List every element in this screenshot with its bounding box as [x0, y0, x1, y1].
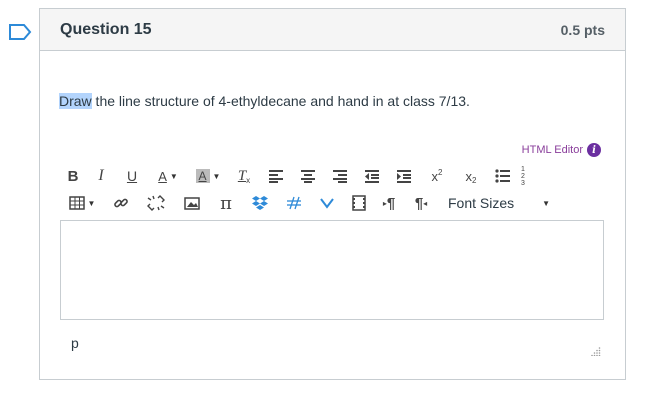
question-text: Draw the line structure of 4-ethyldecane…: [59, 93, 470, 109]
indent-icon[interactable]: [388, 165, 420, 187]
numbered-list-icon[interactable]: 123: [518, 165, 528, 187]
clear-formatting-icon[interactable]: Tx: [228, 165, 260, 187]
underline-icon[interactable]: U: [116, 165, 148, 187]
html-editor-label[interactable]: HTML Editor: [522, 144, 583, 156]
align-left-icon[interactable]: [260, 165, 292, 187]
question-card: Question 15 0.5 pts Draw the line struct…: [39, 8, 626, 380]
bookmark-flag-icon[interactable]: [8, 23, 32, 41]
editor-toolbar-row-1: B I U A ▼ A ▼ Tx x2 x 2 1 2 3: [60, 165, 528, 187]
chevron-down-icon[interactable]: ▼: [542, 199, 550, 208]
question-points: 0.5 pts: [560, 21, 605, 38]
bullet-list-icon[interactable]: [488, 165, 518, 187]
background-color-icon[interactable]: A ▼: [188, 165, 228, 187]
ltr-icon[interactable]: ▸ ¶: [374, 192, 404, 214]
editor-status-path[interactable]: p: [71, 335, 79, 351]
font-sizes-dropdown[interactable]: Font Sizes ▼: [438, 192, 550, 214]
rich-text-editor[interactable]: [60, 220, 604, 320]
outdent-icon[interactable]: [356, 165, 388, 187]
image-icon[interactable]: [174, 192, 210, 214]
dropbox-icon[interactable]: [242, 192, 278, 214]
text-color-icon[interactable]: A ▼: [148, 165, 188, 187]
unlink-embed-icon[interactable]: [278, 192, 310, 214]
align-right-icon[interactable]: [324, 165, 356, 187]
editor-toolbar-row-2: ▼ π ▸ ¶ ¶ ◂ Font Sizes ▼: [60, 192, 550, 214]
subscript-icon[interactable]: x2: [454, 165, 488, 187]
italic-icon[interactable]: I: [86, 165, 116, 187]
math-equation-icon[interactable]: π: [210, 192, 242, 214]
question-title: Question 15: [60, 20, 152, 38]
unlink-icon[interactable]: [138, 192, 174, 214]
question-header: Question 15 0.5 pts: [40, 9, 625, 51]
table-icon[interactable]: ▼: [60, 192, 104, 214]
rtl-icon[interactable]: ¶ ◂: [404, 192, 438, 214]
question-text-rest: the line structure of 4-ethyldecane and …: [91, 93, 470, 109]
info-icon[interactable]: i: [587, 143, 601, 157]
html-editor-link[interactable]: HTML Editor i: [522, 143, 601, 157]
media-icon[interactable]: [310, 192, 344, 214]
resize-grip-icon[interactable]: [591, 346, 601, 356]
align-center-icon[interactable]: [292, 165, 324, 187]
selected-text: Draw: [59, 93, 92, 109]
font-sizes-label[interactable]: Font Sizes: [448, 195, 514, 211]
bold-icon[interactable]: B: [60, 165, 86, 187]
video-icon[interactable]: [344, 192, 374, 214]
link-icon[interactable]: [104, 192, 138, 214]
superscript-icon[interactable]: x2: [420, 165, 454, 187]
